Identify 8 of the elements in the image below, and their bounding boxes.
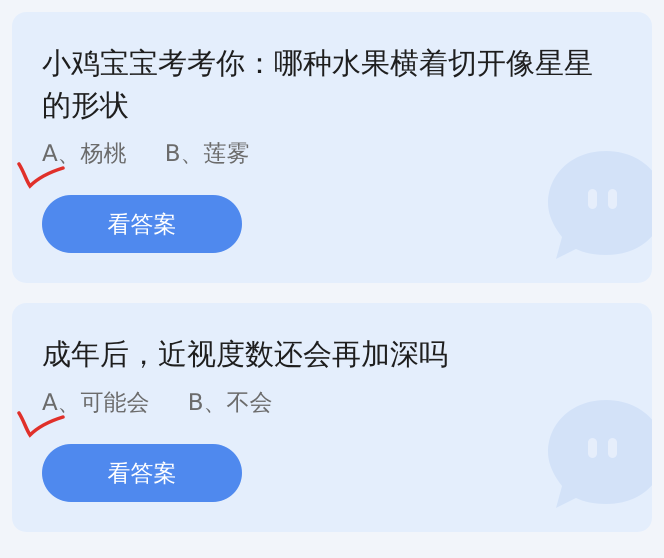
answer-option[interactable]: A、杨桃 — [42, 141, 127, 167]
answer-option[interactable]: B、不会 — [188, 390, 273, 416]
question-title: 成年后，近视度数还会再加深吗 — [42, 336, 449, 373]
answer-option[interactable]: A、可能会 — [42, 390, 150, 416]
answer-option[interactable]: B、莲雾 — [164, 141, 250, 167]
show-answer-button[interactable]: 看答案 — [42, 444, 242, 502]
show-answer-button[interactable]: 看答案 — [42, 195, 242, 253]
question-title: 小鸡宝宝考考你：哪种水果横着切开像星星的形状 — [42, 45, 594, 124]
